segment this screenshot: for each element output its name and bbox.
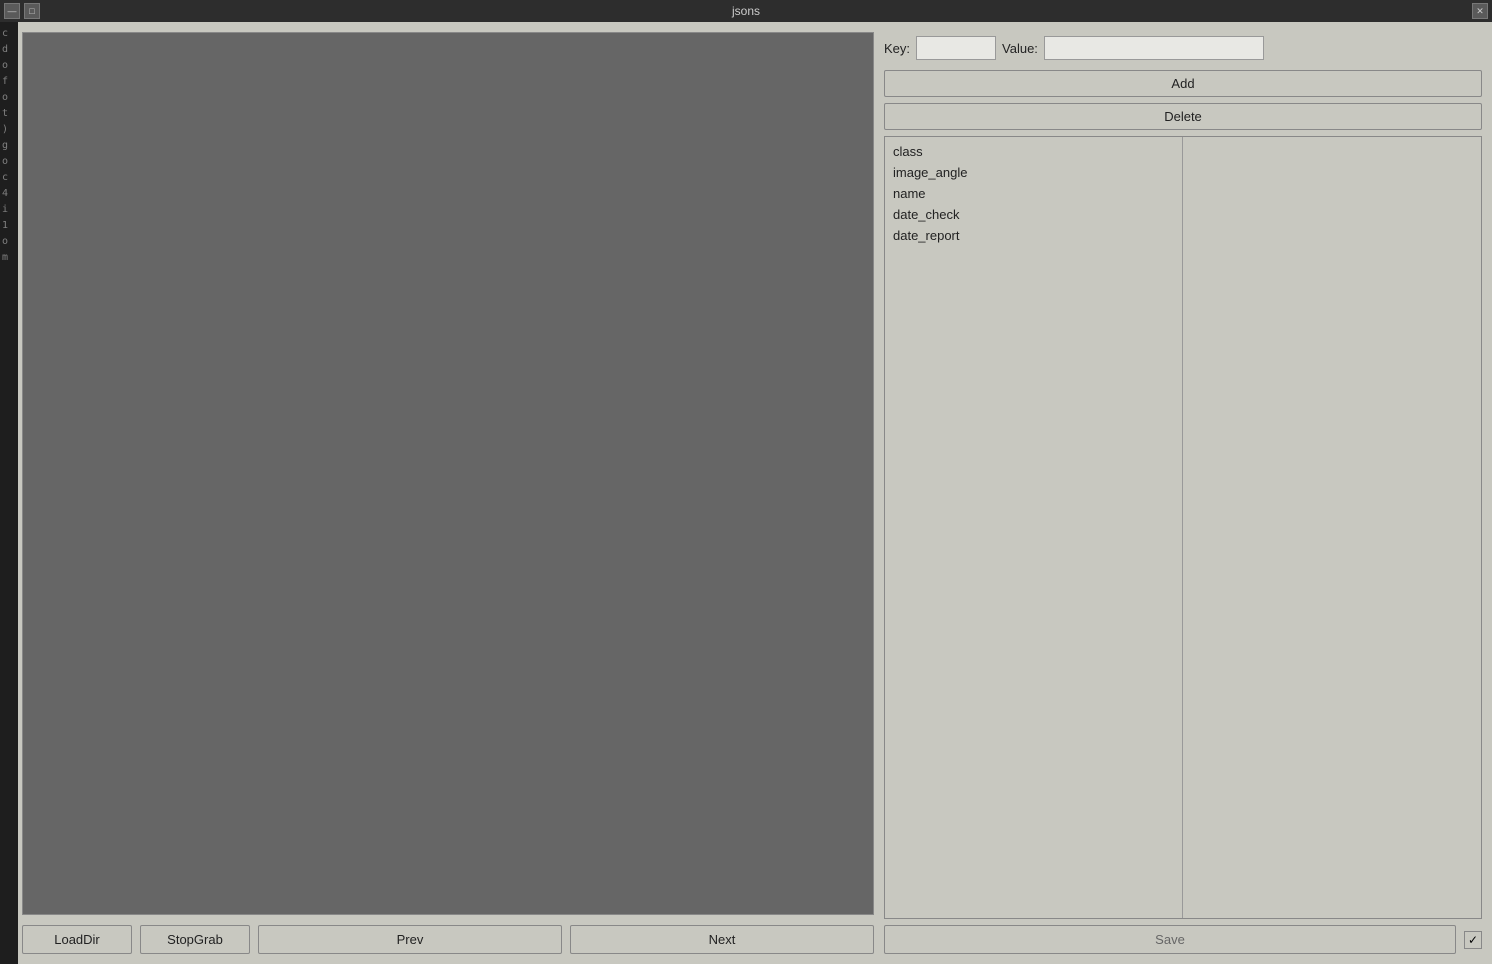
fields-keys-panel: classimage_anglenamedate_checkdate_repor… xyxy=(885,137,1183,918)
key-input[interactable] xyxy=(916,36,996,60)
list-item[interactable]: image_angle xyxy=(885,162,1182,183)
value-input[interactable] xyxy=(1044,36,1264,60)
key-label: Key: xyxy=(884,41,910,56)
next-button[interactable]: Next xyxy=(570,925,874,954)
minimize-button[interactable]: — xyxy=(4,3,20,19)
right-bottom: Save ✓ xyxy=(884,925,1482,954)
save-button[interactable]: Save xyxy=(884,925,1456,954)
bottom-buttons: LoadDir StopGrab Prev Next xyxy=(22,915,874,954)
window-title: jsons xyxy=(732,4,760,18)
checkbox[interactable]: ✓ xyxy=(1464,931,1482,949)
stopgrab-button[interactable]: StopGrab xyxy=(140,925,250,954)
right-panel: Key: Value: Add Delete classimage_anglen… xyxy=(884,32,1482,954)
close-button[interactable]: ✕ xyxy=(1472,3,1488,19)
title-bar-controls: — □ xyxy=(4,3,40,19)
prev-button[interactable]: Prev xyxy=(258,925,562,954)
delete-button[interactable]: Delete xyxy=(884,103,1482,130)
list-item[interactable]: date_report xyxy=(885,225,1182,246)
checkbox-area: ✓ xyxy=(1464,931,1482,949)
list-item[interactable]: class xyxy=(885,141,1182,162)
maximize-button[interactable]: □ xyxy=(24,3,40,19)
title-bar: — □ jsons ✕ xyxy=(0,0,1492,22)
main-container: cdofot)goc4i1om LoadDir StopGrab Prev Ne… xyxy=(0,22,1492,964)
list-item[interactable]: date_check xyxy=(885,204,1182,225)
list-item[interactable]: name xyxy=(885,183,1182,204)
value-label: Value: xyxy=(1002,41,1038,56)
code-bg-text: cdofot)goc4i1om xyxy=(0,22,18,270)
add-button[interactable]: Add xyxy=(884,70,1482,97)
loaddir-button[interactable]: LoadDir xyxy=(22,925,132,954)
fields-container: classimage_anglenamedate_checkdate_repor… xyxy=(884,136,1482,919)
left-panel: LoadDir StopGrab Prev Next xyxy=(22,32,874,954)
image-canvas xyxy=(22,32,874,915)
fields-values-panel xyxy=(1183,137,1481,918)
code-background: cdofot)goc4i1om xyxy=(0,22,18,964)
kv-row: Key: Value: xyxy=(884,32,1482,64)
